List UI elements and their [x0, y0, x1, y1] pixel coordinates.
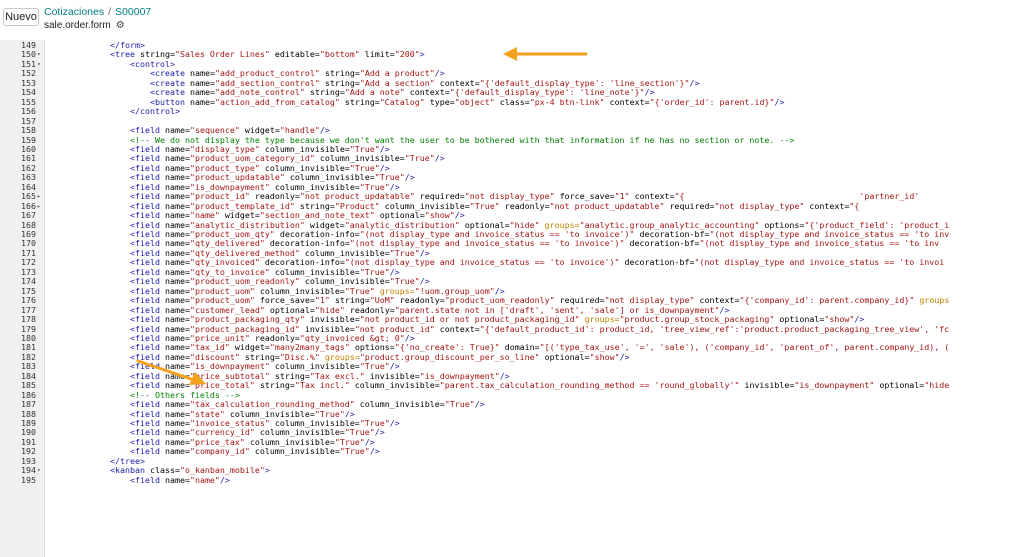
- code-token: "True": [339, 446, 370, 457]
- breadcrumb-parent-link[interactable]: Cotizaciones: [44, 6, 104, 18]
- code-token: column_invisible=: [249, 446, 340, 457]
- code-token: "Catalog": [379, 96, 425, 107]
- code-text: </control>: [130, 106, 180, 117]
- code-token: />: [689, 77, 700, 88]
- code-token: "bottom": [319, 49, 360, 60]
- line-number: 195: [21, 474, 36, 485]
- code-token: />: [774, 96, 785, 107]
- code-token: />: [474, 399, 485, 410]
- code-token: "{'default_product_id': product_id, 'tre…: [479, 323, 950, 334]
- code-token: "hide: [924, 380, 950, 391]
- code-token: "company_id": [189, 446, 250, 457]
- code-token: />: [389, 418, 400, 428]
- code-text: <field name="price_total" string="Tax in…: [130, 380, 950, 391]
- view-subtitle: sale.order.form ⚙: [44, 20, 125, 31]
- code-token: />: [374, 427, 385, 438]
- code-token: invisible=: [739, 380, 795, 391]
- code-token: type=: [424, 96, 455, 107]
- code-token: "is_downpayment": [794, 380, 875, 391]
- code-token: >: [419, 49, 425, 60]
- breadcrumb-current[interactable]: S00007: [115, 6, 151, 18]
- code-token: name=: [164, 474, 190, 485]
- breadcrumb: Cotizaciones / S00007: [44, 6, 151, 19]
- code-token: readonly=: [499, 200, 550, 211]
- code-token: "200": [394, 49, 420, 60]
- breadcrumb-separator: /: [108, 6, 112, 18]
- code-token: "not display_type": [714, 200, 805, 211]
- code-token: "Tax incl.": [294, 380, 350, 391]
- code-token: <field: [130, 474, 165, 485]
- code-token: "(not display_type and invoice_status ==…: [694, 257, 945, 268]
- code-token: name=: [189, 96, 215, 107]
- code-token: />: [619, 351, 630, 362]
- code-token: context=: [804, 200, 850, 211]
- code-token: decoration-bf=: [624, 238, 700, 249]
- code-token: "show": [589, 351, 620, 362]
- code-text: <field name="name"/>: [130, 474, 230, 485]
- code-token: groups: [914, 295, 950, 306]
- fold-toggle-icon[interactable]: ▸: [37, 192, 43, 201]
- code-token: />: [369, 446, 380, 457]
- arrow-to-line-180: [136, 359, 206, 385]
- code-token: "object": [454, 96, 495, 107]
- fold-toggle-icon[interactable]: ▸: [37, 202, 43, 211]
- code-token: >: [264, 465, 270, 476]
- code-token: </control>: [130, 106, 180, 117]
- code-token: "px-4 btn-link": [529, 96, 605, 107]
- code-token: "(not display_type and invoice_status ==…: [699, 238, 940, 249]
- new-button[interactable]: Nuevo: [3, 8, 39, 26]
- code-token: class=: [494, 96, 530, 107]
- code-token: "action_add_from_catalog": [214, 96, 340, 107]
- code-token: limit=: [359, 49, 395, 60]
- top-bar: Nuevo Cotizaciones / S00007 sale.order.for…: [0, 0, 1024, 38]
- code-token: string=: [254, 380, 295, 391]
- code-token: required=: [664, 200, 715, 211]
- code-token: />: [404, 172, 415, 183]
- code-token: "not product_updatable": [549, 200, 665, 211]
- code-token: editable=: [269, 49, 320, 60]
- code-token: string=: [339, 96, 380, 107]
- code-token: "name": [189, 474, 220, 485]
- code-token: "{'company_id': parent.company_id}": [739, 295, 915, 306]
- code-line: 192 <field name="company_id" column_invis…: [0, 446, 1024, 456]
- code-token: optional=: [874, 380, 925, 391]
- code-token: optional=: [539, 351, 590, 362]
- code-text: <field name="company_id" column_invisibl…: [130, 447, 380, 456]
- code-token: name=: [164, 446, 190, 457]
- fold-toggle-icon[interactable]: ▾: [37, 466, 43, 475]
- code-token: context=: [604, 96, 650, 107]
- code-token: />: [434, 153, 445, 164]
- fold-toggle-icon[interactable]: ▾: [37, 50, 43, 59]
- code-token: "True": [404, 153, 435, 164]
- code-token: column_invisible=: [354, 399, 445, 410]
- view-name: sale.order.form: [44, 20, 111, 31]
- fold-toggle-icon[interactable]: ▾: [37, 60, 43, 69]
- gear-icon[interactable]: ⚙: [116, 20, 125, 31]
- code-token: "parent.tax_calculation_rounding_method …: [439, 380, 740, 391]
- code-token: "True": [444, 399, 475, 410]
- code-token: "True": [469, 200, 500, 211]
- code-text: <button name="action_add_from_catalog" s…: [150, 96, 785, 107]
- code-token: "Sales Order Lines": [174, 49, 270, 60]
- code-token: decoration-bf=: [619, 257, 695, 268]
- arrow-right-to-line-150: [503, 47, 588, 61]
- code-token: />: [219, 474, 230, 485]
- code-token: context=: [434, 323, 480, 334]
- code-line: 195 <field name="name"/>: [0, 474, 1024, 485]
- code-token: column_invisible=: [349, 380, 440, 391]
- code-token: "{: [849, 200, 860, 211]
- code-line: 156 </control>: [0, 106, 1024, 117]
- code-editor[interactable]: 149 </form> 150 ▾ <tree string="Sales Order …: [0, 40, 1024, 557]
- code-token: "{'order_id': parent.id}": [649, 96, 775, 107]
